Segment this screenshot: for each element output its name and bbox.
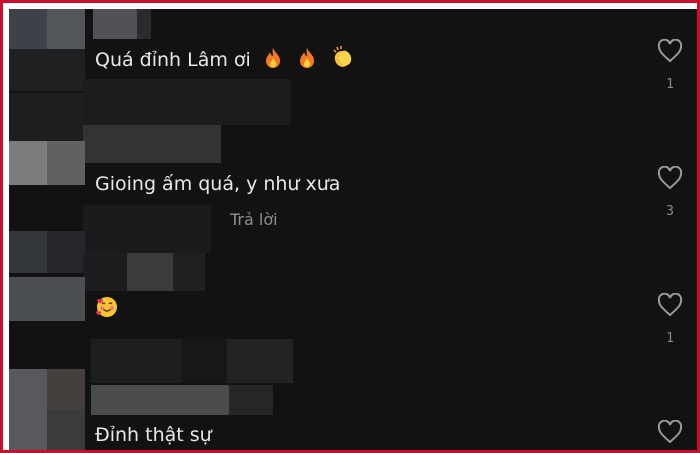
fire-emoji: [297, 47, 317, 75]
blurred-username: [91, 385, 229, 415]
comment-body: Quá đỉnh Lâm ơi: [95, 49, 251, 71]
comment-text: Quá đỉnh Lâm ơi: [95, 45, 355, 75]
like-count: 1: [666, 331, 674, 346]
blurred-username: [83, 79, 291, 125]
like-heart-icon[interactable]: [657, 39, 685, 63]
blurred-username: [93, 9, 137, 39]
avatar[interactable]: [9, 231, 47, 273]
smiling-face-with-hearts-emoji: [95, 295, 119, 325]
blurred-username: [83, 253, 127, 291]
clapping-hands-emoji: [331, 45, 355, 75]
like-heart-icon[interactable]: [657, 420, 685, 444]
reply-button[interactable]: Trả lời: [230, 210, 278, 229]
blurred-username: [91, 339, 181, 383]
comment-text: Đỉnh thật sự: [95, 424, 212, 446]
comment-text: [95, 295, 119, 325]
like-heart-icon[interactable]: [657, 293, 685, 317]
comments-panel: Quá đỉnh Lâm ơi 1 Gioing ấm quá, y như x…: [9, 9, 697, 450]
fire-emoji: [263, 47, 283, 75]
like-count: 3: [666, 204, 674, 219]
like-count: 1: [666, 77, 674, 92]
screenshot-frame: Quá đỉnh Lâm ơi 1 Gioing ấm quá, y như x…: [0, 0, 700, 453]
comment-text: Gioing ấm quá, y như xưa: [95, 173, 341, 195]
like-heart-icon[interactable]: [657, 166, 685, 190]
avatar[interactable]: [9, 93, 85, 141]
